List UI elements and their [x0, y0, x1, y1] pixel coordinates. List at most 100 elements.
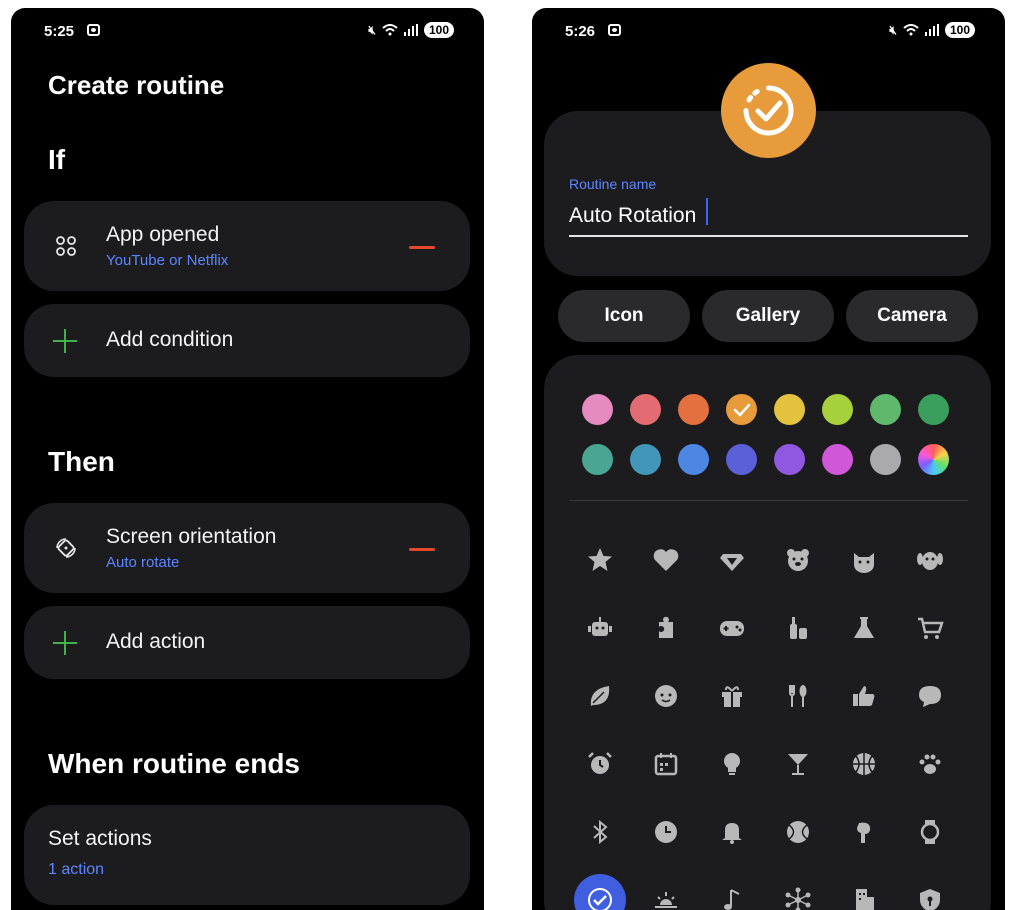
add-condition-label: Add condition [106, 328, 234, 351]
set-actions-subtitle: 1 action [48, 861, 105, 878]
action-subtitle: Auto rotate [106, 554, 180, 571]
color-swatch[interactable] [630, 444, 661, 475]
dog-icon[interactable] [910, 540, 950, 580]
building-icon[interactable] [844, 880, 884, 910]
bell-icon[interactable] [712, 812, 752, 852]
condition-title: App opened [106, 223, 220, 246]
robot-icon[interactable] [580, 608, 620, 648]
routine-name-input[interactable] [569, 197, 968, 237]
battery-indicator: 100 [423, 22, 454, 38]
action-title: Screen orientation [106, 525, 277, 548]
clock-icon[interactable] [646, 812, 686, 852]
signal-icon [924, 24, 939, 36]
add-action-label: Add action [106, 630, 206, 653]
paw-icon[interactable] [910, 744, 950, 784]
chat-bubble-icon[interactable] [910, 676, 950, 716]
color-swatch[interactable] [870, 394, 901, 425]
cat-icon[interactable] [844, 540, 884, 580]
sunrise-icon[interactable] [646, 880, 686, 910]
action-screen-orientation[interactable]: Screen orientation Auto rotate [24, 503, 470, 593]
remove-action-button[interactable] [409, 548, 435, 551]
earbud-icon[interactable] [844, 812, 884, 852]
color-swatch[interactable] [630, 394, 661, 425]
remove-condition-button[interactable] [409, 246, 435, 249]
icon-button[interactable]: Icon [558, 290, 690, 342]
color-swatch[interactable] [774, 444, 805, 475]
battery-indicator: 100 [944, 22, 975, 38]
color-swatch[interactable] [870, 444, 901, 475]
heart-icon[interactable] [646, 540, 686, 580]
status-icons: 🔇︎ 100 [368, 22, 454, 38]
star-icon[interactable] [580, 540, 620, 580]
color-swatch[interactable] [726, 444, 757, 475]
gift-icon[interactable] [712, 676, 752, 716]
color-swatch[interactable] [726, 394, 757, 425]
lightbulb-icon[interactable] [712, 744, 752, 784]
watch-icon[interactable] [910, 812, 950, 852]
status-time: 5:26 [565, 23, 596, 40]
bear-icon[interactable] [778, 540, 818, 580]
text-cursor [706, 198, 708, 225]
page-title: Create routine [48, 70, 225, 100]
mute-icon: 🔇︎ [889, 22, 897, 37]
set-actions-card[interactable]: Set actions 1 action [24, 805, 470, 905]
color-swatch[interactable] [678, 394, 709, 425]
screen-record-icon [87, 24, 100, 36]
then-heading: Then [48, 446, 115, 477]
divider [570, 500, 968, 501]
status-bar: 5:25 🔇︎ 100 [11, 21, 484, 43]
condition-app-opened[interactable]: App opened YouTube or Netflix [24, 201, 470, 291]
baby-icon[interactable] [646, 676, 686, 716]
tennis-ball-icon[interactable] [778, 812, 818, 852]
plus-icon [53, 630, 77, 655]
color-swatch[interactable] [822, 444, 853, 475]
status-time: 5:25 [44, 23, 75, 40]
if-heading: If [48, 144, 66, 175]
diamond-icon[interactable] [712, 540, 752, 580]
color-swatch[interactable] [582, 444, 613, 475]
signal-icon [403, 24, 418, 36]
check-circle-icon[interactable] [574, 874, 626, 910]
when-routine-ends-heading: When routine ends [48, 748, 300, 779]
gamepad-icon[interactable] [712, 608, 752, 648]
thumbs-up-icon[interactable] [844, 676, 884, 716]
basketball-icon[interactable] [844, 744, 884, 784]
color-swatch[interactable] [918, 444, 949, 475]
status-icons: 🔇︎ 100 [889, 22, 975, 38]
add-condition-button[interactable]: Add condition [24, 304, 470, 377]
bluetooth-icon[interactable] [580, 812, 620, 852]
puzzle-icon[interactable] [646, 608, 686, 648]
network-icon[interactable] [778, 880, 818, 910]
screen-record-icon [608, 24, 621, 36]
cocktail-icon[interactable] [778, 744, 818, 784]
auto-rotate-icon [56, 538, 76, 558]
leaf-icon[interactable] [580, 676, 620, 716]
flask-icon[interactable] [844, 608, 884, 648]
mute-icon: 🔇︎ [368, 22, 376, 37]
create-routine-screen: 5:25 🔇︎ 100 Create routine If App opened… [11, 8, 484, 910]
calendar-icon[interactable] [646, 744, 686, 784]
color-swatch[interactable] [918, 394, 949, 425]
color-swatch[interactable] [582, 394, 613, 425]
wifi-icon [382, 24, 398, 36]
utensils-icon[interactable] [778, 676, 818, 716]
alarm-clock-icon[interactable] [580, 744, 620, 784]
add-action-button[interactable]: Add action [24, 606, 470, 679]
camera-button[interactable]: Camera [846, 290, 978, 342]
music-note-icon[interactable] [712, 880, 752, 910]
set-actions-title: Set actions [48, 827, 152, 850]
cart-icon[interactable] [910, 608, 950, 648]
status-bar: 5:26 🔇︎ 100 [532, 21, 1005, 43]
routine-name-label: Routine name [569, 176, 657, 192]
gallery-button[interactable]: Gallery [702, 290, 834, 342]
shield-icon[interactable] [910, 880, 950, 910]
bottles-icon[interactable] [778, 608, 818, 648]
check-clock-icon [743, 85, 794, 136]
routine-icon-screen: 5:26 🔇︎ 100 Routine name Icon Gallery Ca… [532, 8, 1005, 910]
color-swatch[interactable] [678, 444, 709, 475]
wifi-icon [903, 24, 919, 36]
condition-subtitle: YouTube or Netflix [106, 252, 229, 269]
color-swatch[interactable] [774, 394, 805, 425]
color-swatch[interactable] [822, 394, 853, 425]
routine-icon-preview[interactable] [721, 63, 816, 158]
